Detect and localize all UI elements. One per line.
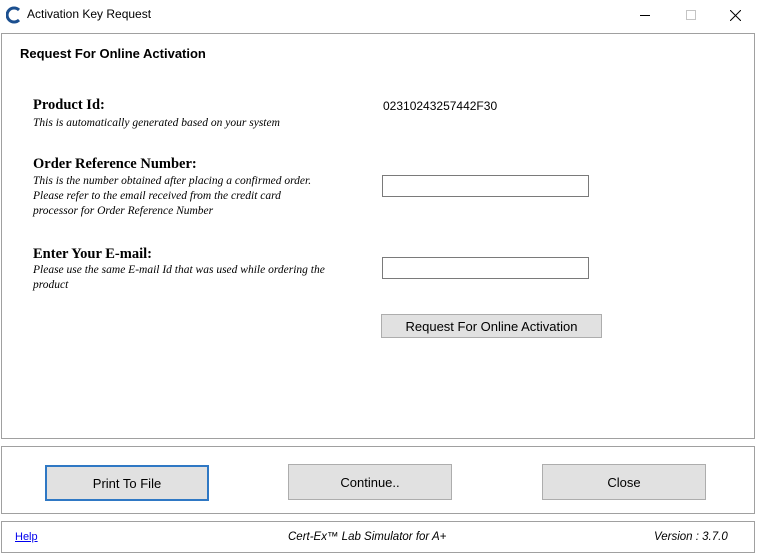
print-to-file-button[interactable]: Print To File (45, 465, 209, 501)
maximize-icon (686, 10, 696, 20)
order-ref-description-line: processor for Order Reference Number (33, 205, 214, 217)
app-logo-icon (6, 6, 21, 24)
maximize-button[interactable] (668, 0, 714, 30)
close-icon (729, 9, 741, 21)
request-online-activation-button[interactable]: Request For Online Activation (381, 314, 602, 338)
action-buttons-panel: Print To File Continue.. Close (1, 446, 755, 514)
section-title: Request For Online Activation (20, 46, 206, 61)
version-label: Version : 3.7.0 (654, 531, 728, 543)
product-name: Cert-Ex™ Lab Simulator for A+ (288, 531, 447, 543)
order-ref-description: This is the number obtained after placin… (33, 174, 378, 219)
window-title: Activation Key Request (27, 7, 152, 21)
close-button[interactable]: Close (542, 464, 706, 500)
minimize-icon (640, 15, 650, 16)
order-ref-description-line: Please refer to the email received from … (33, 190, 281, 202)
product-id-label: Product Id: (33, 97, 105, 113)
product-id-description: This is automatically generated based on… (33, 117, 280, 129)
activation-form-panel: Request For Online Activation Product Id… (1, 33, 755, 439)
email-description-line: product (33, 279, 69, 291)
help-link[interactable]: Help (15, 531, 38, 543)
title-bar: Activation Key Request (0, 0, 758, 30)
order-ref-description-line: This is the number obtained after placin… (33, 175, 312, 187)
close-window-button[interactable] (712, 0, 758, 30)
order-ref-input[interactable] (382, 175, 589, 197)
product-id-value: 02310243257442F30 (383, 99, 498, 113)
status-bar: Help Cert-Ex™ Lab Simulator for A+ Versi… (1, 521, 755, 553)
email-input[interactable] (382, 257, 589, 279)
email-label: Enter Your E-mail: (33, 246, 152, 262)
continue-button[interactable]: Continue.. (288, 464, 452, 500)
email-description-line: Please use the same E-mail Id that was u… (33, 264, 325, 276)
email-description: Please use the same E-mail Id that was u… (33, 263, 378, 293)
order-ref-label: Order Reference Number: (33, 156, 197, 172)
minimize-button[interactable] (622, 0, 668, 30)
